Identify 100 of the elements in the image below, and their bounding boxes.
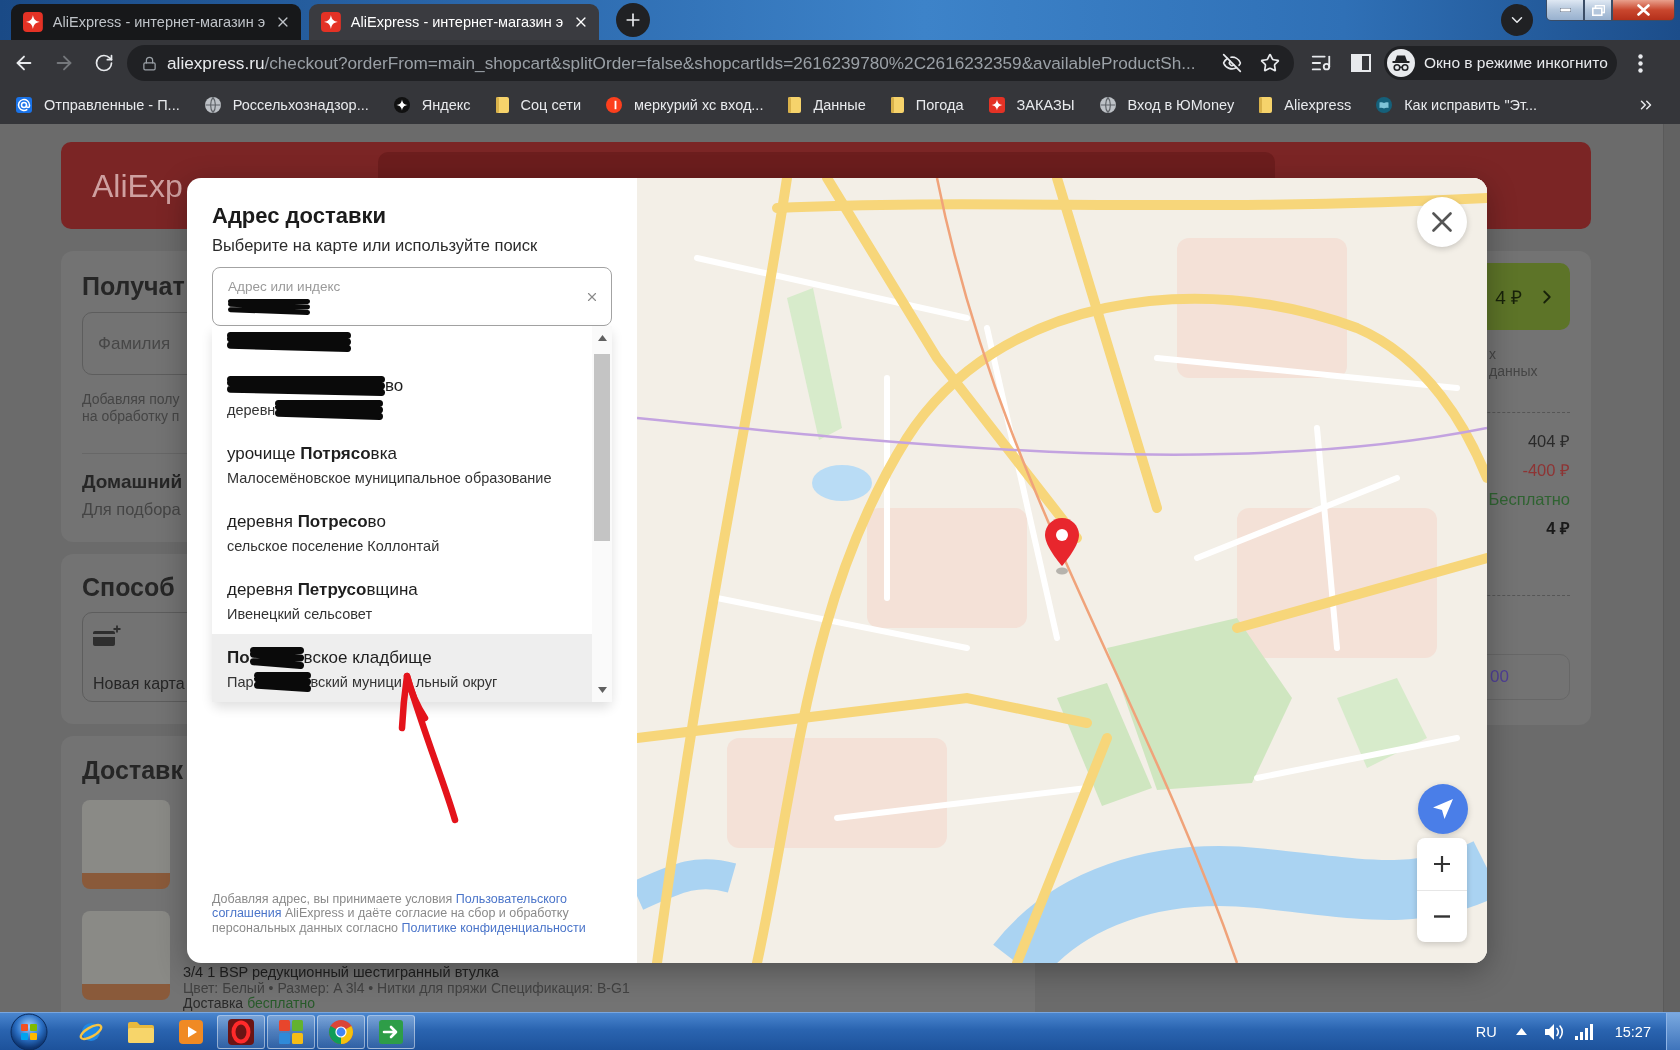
taskbar-app-button[interactable] bbox=[317, 1014, 365, 1049]
consent-link[interactable]: соглашения bbox=[212, 906, 282, 920]
scrollbar-thumb[interactable] bbox=[594, 354, 610, 541]
sparkle-tile-icon bbox=[988, 97, 1005, 113]
incognito-button[interactable]: Окно в режиме инкогнито bbox=[1384, 46, 1617, 80]
close-icon bbox=[1432, 212, 1452, 232]
shipping-label: Доставка bbox=[183, 996, 244, 1012]
suggestion-subtitle: сельское поселение Коллонтай bbox=[227, 537, 440, 556]
product-title: 3/4 1 BSP редукционный шестигранный втулка bbox=[183, 965, 500, 981]
shipping-value: бесплатно bbox=[247, 996, 315, 1012]
bookmark[interactable]: Россельхознадзор... bbox=[204, 97, 369, 113]
taskbar-app-button[interactable] bbox=[367, 1014, 415, 1049]
signal-bars-icon[interactable] bbox=[1574, 1023, 1593, 1040]
suggestion-title: вское кладбище bbox=[303, 648, 432, 668]
suggestion-subtitle: деревн bbox=[227, 401, 276, 420]
card-plus-icon bbox=[93, 625, 121, 647]
consent-text: Добавляя адрес, вы принимаете условия Пользовательского соглашения AliExpress и даёте согласие на сбор и обработку персональных данных согласно Политике конфиденциальности bbox=[212, 891, 587, 935]
summary-amount: -400 ₽ bbox=[1522, 460, 1570, 481]
folder-icon bbox=[495, 97, 509, 113]
bookmark[interactable]: Как исправить "Эт... bbox=[1376, 97, 1538, 113]
minimize-button[interactable] bbox=[1546, 0, 1584, 21]
restore-icon bbox=[1591, 4, 1605, 16]
bookmark[interactable]: Данные bbox=[788, 97, 866, 113]
scribble-icon bbox=[228, 298, 310, 315]
segmented-circle-icon bbox=[328, 1018, 354, 1045]
address-bar[interactable]: aliexpress.ru/checkout?orderFrom=main_shopcart&splitOrder=false&shopcartIds=2616239780%2C2616232359&availableProductSh... bbox=[127, 45, 1294, 81]
folder-icon bbox=[788, 97, 802, 113]
bookmark[interactable]: ЗАКАЗЫ bbox=[988, 97, 1075, 113]
bookmark[interactable]: Aliexpress bbox=[1259, 97, 1352, 113]
dialog-title: Адрес доставки bbox=[212, 202, 387, 230]
suggestion-title: деревня Петрусовщина bbox=[227, 580, 418, 600]
scroll-down-icon[interactable] bbox=[597, 687, 607, 693]
arrow-tile-icon bbox=[379, 1019, 403, 1044]
scribble-icon bbox=[227, 332, 351, 352]
bookmark[interactable]: Погода bbox=[890, 97, 964, 113]
scribble-icon bbox=[275, 400, 384, 420]
bookmark[interactable]: Отправленные - П... bbox=[16, 97, 180, 113]
scribble-icon bbox=[249, 647, 304, 669]
play-icon bbox=[179, 1019, 203, 1044]
consent-link[interactable]: Пользовательского bbox=[455, 891, 567, 906]
suggestion-subtitle: льный округ bbox=[415, 673, 498, 692]
consent-link[interactable]: Политике конфиденциальности bbox=[401, 920, 586, 935]
start-orb-icon bbox=[10, 1012, 48, 1050]
minimize-icon bbox=[1559, 8, 1571, 12]
bookmark[interactable]: Соц сети bbox=[495, 97, 581, 113]
close-icon bbox=[1637, 4, 1650, 16]
dialog-subtitle: Выберите на карте или используйте поиск bbox=[212, 235, 539, 256]
circle-mark-icon bbox=[606, 97, 622, 113]
globe-icon bbox=[1099, 97, 1116, 113]
suggestion-title: деревня Потресово bbox=[227, 512, 386, 532]
clock[interactable]: 15:27 bbox=[1614, 1023, 1651, 1040]
hat-glasses-icon bbox=[1387, 49, 1415, 77]
menu-button[interactable] bbox=[1638, 53, 1643, 73]
site-logo: AliExp bbox=[92, 166, 183, 205]
lock-icon bbox=[142, 55, 157, 71]
scribble-icon bbox=[227, 376, 385, 396]
suggestion-title: урочище Потрясовка bbox=[227, 444, 397, 464]
browser-tab[interactable]: AliExpress - интернет-магазин э bbox=[11, 4, 301, 40]
ring-icon bbox=[228, 1018, 254, 1045]
url-text: aliexpress.ru/checkout?orderFrom=main_shopcart&splitOrder=false&shopcartIds=2616239780%2C2616232359&availableProductSh... bbox=[167, 52, 1196, 74]
map-pin-icon bbox=[1044, 517, 1080, 575]
summary-amount: 4 ₽ bbox=[1546, 518, 1570, 539]
suggestion-title: во bbox=[385, 376, 404, 396]
sparkle-icon bbox=[393, 97, 410, 113]
bookmark[interactable]: Яндекс bbox=[393, 97, 471, 113]
section-heading: Получат bbox=[82, 271, 185, 301]
bookmark[interactable]: Вход в ЮMoney bbox=[1099, 97, 1235, 113]
scribble-icon bbox=[253, 672, 311, 692]
side-panel-icon bbox=[1351, 54, 1371, 72]
field-label: Адрес или индекс bbox=[228, 278, 341, 295]
scroll-up-icon[interactable] bbox=[597, 335, 607, 341]
reload-icon bbox=[94, 53, 114, 73]
suggestion-subtitle: Малосемёновское муниципальное образование bbox=[227, 469, 552, 488]
eye-slash-icon[interactable] bbox=[1222, 53, 1242, 73]
taskbar-app-button[interactable] bbox=[267, 1014, 315, 1049]
summary-amount: 404 ₽ bbox=[1527, 431, 1570, 452]
menu-icon bbox=[1638, 53, 1643, 73]
window-close-button[interactable] bbox=[1612, 0, 1675, 21]
triangle-up-icon[interactable] bbox=[1515, 1028, 1527, 1035]
restore-button[interactable] bbox=[1584, 0, 1612, 21]
language-indicator[interactable]: RU bbox=[1475, 1023, 1497, 1040]
minus-icon bbox=[1434, 914, 1450, 918]
bookmark[interactable]: меркурий хс вход... bbox=[606, 97, 764, 113]
favicon-icon bbox=[321, 12, 341, 32]
suggestion-item[interactable] bbox=[212, 326, 592, 362]
new-tab-button[interactable] bbox=[616, 3, 650, 37]
taskbar-app-button[interactable] bbox=[217, 1014, 265, 1049]
suggestion-subtitle: вский муници bbox=[310, 673, 402, 692]
tiles-icon bbox=[279, 1019, 303, 1044]
tab-search-button[interactable] bbox=[1501, 4, 1533, 36]
suggestion-subtitle: Пар bbox=[227, 673, 254, 692]
favicon-icon bbox=[23, 12, 43, 32]
suggestion-item[interactable]: По вское кладбище Пар вский муници льный округ bbox=[212, 634, 592, 702]
start-button[interactable] bbox=[10, 1012, 50, 1050]
star-icon[interactable] bbox=[1260, 53, 1280, 73]
book-icon bbox=[1376, 97, 1393, 113]
speaker-icon[interactable] bbox=[1543, 1022, 1564, 1041]
side-panel-button[interactable] bbox=[1351, 54, 1371, 72]
plus-icon bbox=[1434, 855, 1450, 872]
browser-tab[interactable]: AliExpress - интернет-магазин э bbox=[309, 4, 599, 40]
